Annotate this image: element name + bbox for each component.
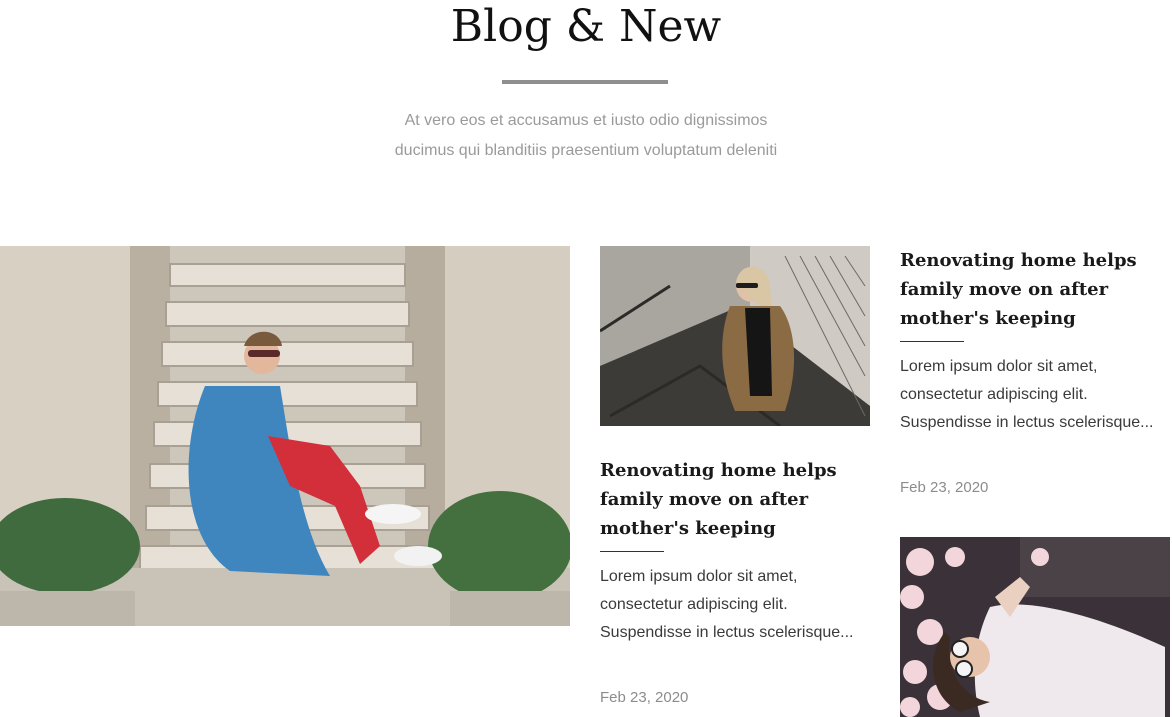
subtitle-line-2: ducimus qui blanditiis praesentium volup…	[394, 142, 778, 159]
subtitle-line-1: At vero eos et accusamus et iusto odio d…	[404, 112, 768, 129]
post-title-divider	[900, 341, 964, 342]
section-title: Blog & New	[450, 1, 722, 52]
post-excerpt: Lorem ipsum dolor sit amet, consectetur …	[900, 358, 1154, 431]
section-subtitle: At vero eos et accusamus et iusto odio d…	[336, 106, 836, 166]
featured-post-image[interactable]	[0, 246, 570, 626]
post-image[interactable]	[900, 537, 1170, 717]
title-divider	[502, 80, 668, 84]
post-date: Feb 23, 2020	[900, 479, 989, 496]
post-title[interactable]: Renovating home helps family move on aft…	[900, 246, 1172, 333]
post-excerpt: Lorem ipsum dolor sit amet, consectetur …	[600, 568, 854, 641]
post-image[interactable]	[600, 246, 870, 426]
post-title-divider	[600, 551, 664, 552]
post-title[interactable]: Renovating home helps family move on aft…	[600, 456, 872, 543]
post-date: Feb 23, 2020	[600, 689, 689, 706]
